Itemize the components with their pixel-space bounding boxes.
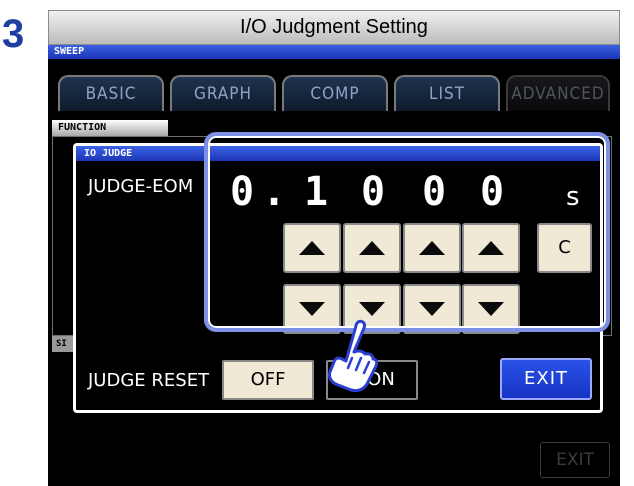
- function-label: FUNCTION: [52, 120, 168, 136]
- judge-eom-label: JUDGE-EOM: [88, 176, 194, 197]
- tab-list[interactable]: LIST: [394, 75, 500, 111]
- tab-comp[interactable]: COMP: [282, 75, 388, 111]
- background-exit-button: EXIT: [540, 442, 610, 478]
- tab-advanced: ADVANCED: [506, 75, 610, 111]
- highlight-frame: [204, 132, 610, 332]
- judge-reset-label: JUDGE RESET: [88, 370, 210, 391]
- tab-basic[interactable]: BASIC: [58, 75, 164, 111]
- window-title: I/O Judgment Setting: [48, 10, 620, 45]
- exit-button[interactable]: EXIT: [500, 358, 592, 400]
- pointing-hand-icon: [328, 319, 378, 393]
- mode-label: SWEEP: [48, 45, 620, 59]
- step-number: 3: [2, 12, 25, 56]
- judge-reset-off-button[interactable]: OFF: [222, 360, 314, 400]
- tab-graph[interactable]: GRAPH: [170, 75, 276, 111]
